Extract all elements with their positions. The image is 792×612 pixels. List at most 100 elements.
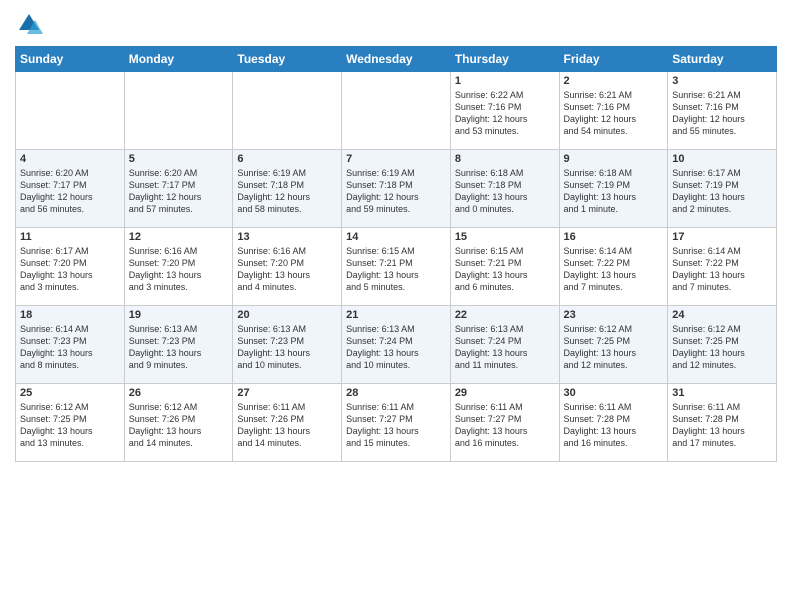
empty-cell: [124, 72, 233, 150]
day-info: Sunrise: 6:18 AM Sunset: 7:18 PM Dayligh…: [455, 167, 555, 216]
day-info: Sunrise: 6:11 AM Sunset: 7:27 PM Dayligh…: [455, 401, 555, 450]
day-cell-17: 17 Sunrise: 6:14 AM Sunset: 7:22 PM Dayli…: [668, 228, 777, 306]
day-info: Sunrise: 6:20 AM Sunset: 7:17 PM Dayligh…: [129, 167, 229, 216]
weekday-header-sunday: Sunday: [16, 47, 125, 72]
day-info: Sunrise: 6:20 AM Sunset: 7:17 PM Dayligh…: [20, 167, 120, 216]
day-number: 16: [564, 231, 664, 243]
weekday-header-tuesday: Tuesday: [233, 47, 342, 72]
day-cell-15: 15Sunrise: 6:15 AM Sunset: 7:21 PM Dayli…: [450, 228, 559, 306]
day-cell-18: 18 Sunrise: 6:14 AM Sunset: 7:23 PM Dayli…: [16, 306, 125, 384]
day-info: Sunrise: 6:13 AM Sunset: 7:23 PM Dayligh…: [237, 323, 337, 372]
day-number: 25: [20, 387, 120, 399]
day-cell-16: 16 Sunrise: 6:14 AM Sunset: 7:22 PM Dayli…: [559, 228, 668, 306]
day-number: 20: [237, 309, 337, 321]
day-cell-13: 13Sunrise: 6:16 AM Sunset: 7:20 PM Dayli…: [233, 228, 342, 306]
day-info: Sunrise: 6:13 AM Sunset: 7:23 PM Dayligh…: [129, 323, 229, 372]
day-number: 7: [346, 153, 446, 165]
day-number: 24: [672, 309, 772, 321]
day-cell-1: 1 Sunrise: 6:22 AM Sunset: 7:16 PM Daylig…: [450, 72, 559, 150]
week-row-1: 1 Sunrise: 6:22 AM Sunset: 7:16 PM Daylig…: [16, 72, 777, 150]
day-info: Sunrise: 6:11 AM Sunset: 7:28 PM Dayligh…: [672, 401, 772, 450]
day-number: 29: [455, 387, 555, 399]
day-cell-6: 6 Sunrise: 6:19 AM Sunset: 7:18 PM Daylig…: [233, 150, 342, 228]
logo: [15, 10, 47, 38]
day-number: 8: [455, 153, 555, 165]
day-cell-9: 9 Sunrise: 6:18 AM Sunset: 7:19 PM Daylig…: [559, 150, 668, 228]
day-info: Sunrise: 6:18 AM Sunset: 7:19 PM Dayligh…: [564, 167, 664, 216]
day-cell-10: 10 Sunrise: 6:17 AM Sunset: 7:19 PM Dayli…: [668, 150, 777, 228]
day-cell-7: 7 Sunrise: 6:19 AM Sunset: 7:18 PM Daylig…: [342, 150, 451, 228]
day-cell-25: 25 Sunrise: 6:12 AM Sunset: 7:25 PM Dayli…: [16, 384, 125, 462]
day-info: Sunrise: 6:14 AM Sunset: 7:22 PM Dayligh…: [672, 245, 772, 294]
day-number: 2: [564, 75, 664, 87]
day-info: Sunrise: 6:12 AM Sunset: 7:25 PM Dayligh…: [672, 323, 772, 372]
day-cell-5: 5 Sunrise: 6:20 AM Sunset: 7:17 PM Daylig…: [124, 150, 233, 228]
day-cell-24: 24 Sunrise: 6:12 AM Sunset: 7:25 PM Dayli…: [668, 306, 777, 384]
day-info: Sunrise: 6:16 AM Sunset: 7:20 PM Dayligh…: [129, 245, 229, 294]
day-number: 10: [672, 153, 772, 165]
day-number: 27: [237, 387, 337, 399]
day-cell-22: 22 Sunrise: 6:13 AM Sunset: 7:24 PM Dayli…: [450, 306, 559, 384]
day-info: Sunrise: 6:13 AM Sunset: 7:24 PM Dayligh…: [346, 323, 446, 372]
day-info: Sunrise: 6:15 AM Sunset: 7:21 PM Dayligh…: [455, 245, 555, 294]
day-number: 6: [237, 153, 337, 165]
day-info: Sunrise: 6:13 AM Sunset: 7:24 PM Dayligh…: [455, 323, 555, 372]
week-row-4: 18 Sunrise: 6:14 AM Sunset: 7:23 PM Dayli…: [16, 306, 777, 384]
day-info: Sunrise: 6:11 AM Sunset: 7:27 PM Dayligh…: [346, 401, 446, 450]
day-number: 9: [564, 153, 664, 165]
weekday-header-thursday: Thursday: [450, 47, 559, 72]
day-info: Sunrise: 6:14 AM Sunset: 7:22 PM Dayligh…: [564, 245, 664, 294]
day-cell-12: 12 Sunrise: 6:16 AM Sunset: 7:20 PM Dayli…: [124, 228, 233, 306]
day-number: 4: [20, 153, 120, 165]
day-cell-4: 4 Sunrise: 6:20 AM Sunset: 7:17 PM Daylig…: [16, 150, 125, 228]
day-info: Sunrise: 6:17 AM Sunset: 7:20 PM Dayligh…: [20, 245, 120, 294]
day-info: Sunrise: 6:12 AM Sunset: 7:26 PM Dayligh…: [129, 401, 229, 450]
day-number: 3: [672, 75, 772, 87]
weekday-header-saturday: Saturday: [668, 47, 777, 72]
day-cell-21: 21Sunrise: 6:13 AM Sunset: 7:24 PM Dayli…: [342, 306, 451, 384]
day-number: 22: [455, 309, 555, 321]
day-cell-8: 8 Sunrise: 6:18 AM Sunset: 7:18 PM Daylig…: [450, 150, 559, 228]
day-cell-31: 31 Sunrise: 6:11 AM Sunset: 7:28 PM Dayli…: [668, 384, 777, 462]
day-cell-30: 30Sunrise: 6:11 AM Sunset: 7:28 PM Dayli…: [559, 384, 668, 462]
day-info: Sunrise: 6:15 AM Sunset: 7:21 PM Dayligh…: [346, 245, 446, 294]
day-info: Sunrise: 6:19 AM Sunset: 7:18 PM Dayligh…: [237, 167, 337, 216]
day-cell-3: 3 Sunrise: 6:21 AM Sunset: 7:16 PM Daylig…: [668, 72, 777, 150]
weekday-header-monday: Monday: [124, 47, 233, 72]
week-row-5: 25 Sunrise: 6:12 AM Sunset: 7:25 PM Dayli…: [16, 384, 777, 462]
day-cell-27: 27 Sunrise: 6:11 AM Sunset: 7:26 PM Dayli…: [233, 384, 342, 462]
day-cell-20: 20 Sunrise: 6:13 AM Sunset: 7:23 PM Dayli…: [233, 306, 342, 384]
day-info: Sunrise: 6:22 AM Sunset: 7:16 PM Dayligh…: [455, 89, 555, 138]
day-cell-19: 19Sunrise: 6:13 AM Sunset: 7:23 PM Dayli…: [124, 306, 233, 384]
day-number: 1: [455, 75, 555, 87]
day-info: Sunrise: 6:17 AM Sunset: 7:19 PM Dayligh…: [672, 167, 772, 216]
day-cell-14: 14 Sunrise: 6:15 AM Sunset: 7:21 PM Dayli…: [342, 228, 451, 306]
weekday-header-wednesday: Wednesday: [342, 47, 451, 72]
day-number: 11: [20, 231, 120, 243]
day-info: Sunrise: 6:11 AM Sunset: 7:26 PM Dayligh…: [237, 401, 337, 450]
day-number: 28: [346, 387, 446, 399]
empty-cell: [342, 72, 451, 150]
week-row-2: 4 Sunrise: 6:20 AM Sunset: 7:17 PM Daylig…: [16, 150, 777, 228]
day-number: 14: [346, 231, 446, 243]
day-number: 18: [20, 309, 120, 321]
logo-icon: [15, 10, 43, 38]
day-info: Sunrise: 6:21 AM Sunset: 7:16 PM Dayligh…: [672, 89, 772, 138]
day-cell-23: 23Sunrise: 6:12 AM Sunset: 7:25 PM Dayli…: [559, 306, 668, 384]
day-info: Sunrise: 6:12 AM Sunset: 7:25 PM Dayligh…: [20, 401, 120, 450]
weekday-header-row: SundayMondayTuesdayWednesdayThursdayFrid…: [16, 47, 777, 72]
day-number: 17: [672, 231, 772, 243]
day-info: Sunrise: 6:19 AM Sunset: 7:18 PM Dayligh…: [346, 167, 446, 216]
empty-cell: [233, 72, 342, 150]
calendar: SundayMondayTuesdayWednesdayThursdayFrid…: [15, 46, 777, 462]
day-number: 5: [129, 153, 229, 165]
day-cell-11: 11 Sunrise: 6:17 AM Sunset: 7:20 PM Dayli…: [16, 228, 125, 306]
empty-cell: [16, 72, 125, 150]
day-number: 31: [672, 387, 772, 399]
header: [15, 10, 777, 38]
day-info: Sunrise: 6:14 AM Sunset: 7:23 PM Dayligh…: [20, 323, 120, 372]
day-number: 12: [129, 231, 229, 243]
day-cell-28: 28 Sunrise: 6:11 AM Sunset: 7:27 PM Dayli…: [342, 384, 451, 462]
day-cell-2: 2Sunrise: 6:21 AM Sunset: 7:16 PM Daylig…: [559, 72, 668, 150]
day-info: Sunrise: 6:11 AM Sunset: 7:28 PM Dayligh…: [564, 401, 664, 450]
